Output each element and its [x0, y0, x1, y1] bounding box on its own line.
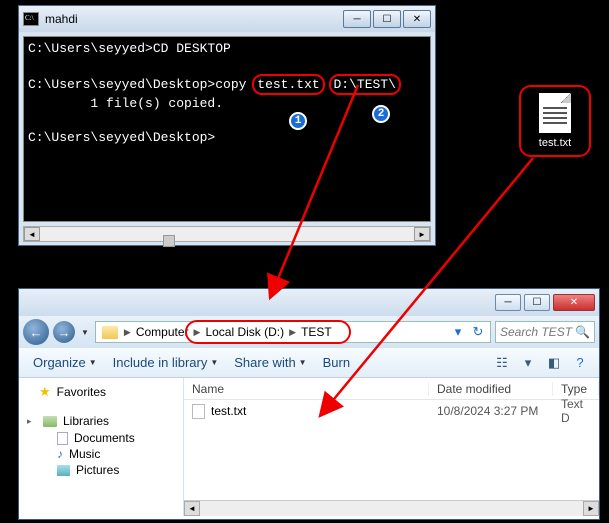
- minimize-button[interactable]: ─: [495, 294, 521, 311]
- explorer-horizontal-scrollbar[interactable]: ◄ ►: [184, 500, 599, 516]
- file-row[interactable]: test.txt 10/8/2024 3:27 PM Text D: [184, 400, 599, 422]
- cmd-text: CD DESKTOP: [153, 41, 231, 56]
- burn-button[interactable]: Burn: [317, 353, 356, 372]
- organize-menu[interactable]: Organize ▼: [27, 353, 103, 372]
- chevron-down-icon: ▼: [210, 358, 218, 367]
- cmd-text: copy: [215, 77, 246, 92]
- file-date: 10/8/2024 3:27 PM: [429, 404, 553, 418]
- search-input[interactable]: Search TEST 🔍: [495, 321, 595, 343]
- explorer-titlebar[interactable]: ─ ☐ ✕: [19, 289, 599, 316]
- minimize-button[interactable]: ─: [343, 10, 371, 28]
- close-button[interactable]: ✕: [403, 10, 431, 28]
- addr-dropdown-button[interactable]: ▾: [448, 324, 468, 340]
- music-icon: [57, 447, 63, 461]
- cmd-title: mahdi: [45, 12, 343, 26]
- cmd-horizontal-scrollbar[interactable]: ◄ ►: [23, 226, 431, 242]
- chevron-down-icon: ▼: [89, 358, 97, 367]
- libraries-icon: [43, 416, 57, 427]
- cmd-titlebar[interactable]: mahdi ─ ☐ ✕: [19, 6, 435, 32]
- file-name: test.txt: [211, 404, 246, 418]
- view-options-button[interactable]: ☷: [491, 352, 513, 374]
- cmd-prompt: C:\Users\seyyed>: [28, 41, 153, 56]
- share-with-menu[interactable]: Share with ▼: [228, 353, 312, 372]
- search-placeholder: Search TEST: [500, 325, 572, 339]
- sidebar-favorites[interactable]: ★Favorites: [19, 382, 183, 402]
- pictures-icon: [57, 465, 70, 476]
- view-dropdown-button[interactable]: ▾: [517, 352, 539, 374]
- preview-pane-button[interactable]: ◧: [543, 352, 565, 374]
- scroll-left-button[interactable]: ◄: [184, 501, 200, 516]
- scroll-thumb[interactable]: [163, 235, 175, 247]
- sidebar-pictures[interactable]: Pictures: [19, 462, 183, 478]
- expand-icon[interactable]: ▸: [27, 416, 37, 427]
- nav-history-dropdown[interactable]: ▼: [79, 328, 91, 337]
- include-library-menu[interactable]: Include in library ▼: [107, 353, 225, 372]
- explorer-file-list[interactable]: Name Date modified Type test.txt 10/8/20…: [184, 378, 599, 516]
- cmd-prompt: C:\Users\seyyed\Desktop>: [28, 130, 215, 145]
- cmd-app-icon: [23, 12, 39, 26]
- refresh-button[interactable]: ↻: [468, 324, 488, 340]
- nav-forward-button[interactable]: →: [53, 321, 75, 343]
- document-icon: [57, 432, 68, 445]
- folder-icon: [102, 326, 118, 339]
- chevron-right-icon[interactable]: ▶: [287, 327, 298, 338]
- breadcrumb-folder[interactable]: TEST: [298, 325, 335, 339]
- explorer-sidebar: ★Favorites ▸Libraries Documents Music Pi…: [19, 378, 184, 516]
- breadcrumb-drive[interactable]: Local Disk (D:): [202, 325, 287, 339]
- annotation-badge-1: 1: [289, 112, 307, 130]
- maximize-button[interactable]: ☐: [373, 10, 401, 28]
- explorer-window: ─ ☐ ✕ ← → ▼ ▶ Computer ▶ Local Disk (D:)…: [18, 288, 600, 520]
- sidebar-music[interactable]: Music: [19, 446, 183, 462]
- close-button[interactable]: ✕: [553, 294, 595, 311]
- star-icon: ★: [39, 384, 51, 400]
- annotation-badge-2: 2: [372, 105, 390, 123]
- column-date[interactable]: Date modified: [429, 382, 553, 396]
- chevron-right-icon[interactable]: ▶: [122, 327, 133, 338]
- desktop-file-label: test.txt: [539, 137, 571, 149]
- desktop-file-icon[interactable]: test.txt: [519, 85, 591, 157]
- cmd-output: 1 file(s) copied.: [28, 96, 223, 111]
- cmd-terminal[interactable]: C:\Users\seyyed>CD DESKTOP C:\Users\seyy…: [23, 36, 431, 222]
- breadcrumb-computer[interactable]: Computer: [133, 325, 192, 339]
- chevron-down-icon: ▼: [299, 358, 307, 367]
- text-file-icon: [539, 93, 571, 133]
- maximize-button[interactable]: ☐: [524, 294, 550, 311]
- column-headers[interactable]: Name Date modified Type: [184, 378, 599, 400]
- explorer-addressbar: ← → ▼ ▶ Computer ▶ Local Disk (D:) ▶ TES…: [19, 316, 599, 348]
- cmd-prompt: C:\Users\seyyed\Desktop>: [28, 77, 215, 92]
- column-type[interactable]: Type: [553, 382, 599, 396]
- annotation-pill-dest: D:\TEST\: [329, 74, 401, 95]
- scroll-left-button[interactable]: ◄: [24, 227, 40, 241]
- search-icon: 🔍: [575, 325, 590, 339]
- text-file-icon: [192, 404, 205, 419]
- sidebar-documents[interactable]: Documents: [19, 430, 183, 446]
- file-type: Text D: [553, 397, 599, 425]
- chevron-right-icon[interactable]: ▶: [192, 327, 203, 338]
- address-field[interactable]: ▶ Computer ▶ Local Disk (D:) ▶ TEST ▾ ↻: [95, 321, 491, 343]
- scroll-right-button[interactable]: ►: [583, 501, 599, 516]
- cmd-window: mahdi ─ ☐ ✕ C:\Users\seyyed>CD DESKTOP C…: [18, 5, 436, 246]
- explorer-toolbar: Organize ▼ Include in library ▼ Share wi…: [19, 348, 599, 378]
- nav-back-button[interactable]: ←: [23, 319, 49, 345]
- scroll-right-button[interactable]: ►: [414, 227, 430, 241]
- annotation-pill-source: test.txt: [252, 74, 324, 95]
- help-button[interactable]: ?: [569, 352, 591, 374]
- sidebar-libraries[interactable]: ▸Libraries: [19, 412, 183, 430]
- column-name[interactable]: Name: [184, 382, 429, 396]
